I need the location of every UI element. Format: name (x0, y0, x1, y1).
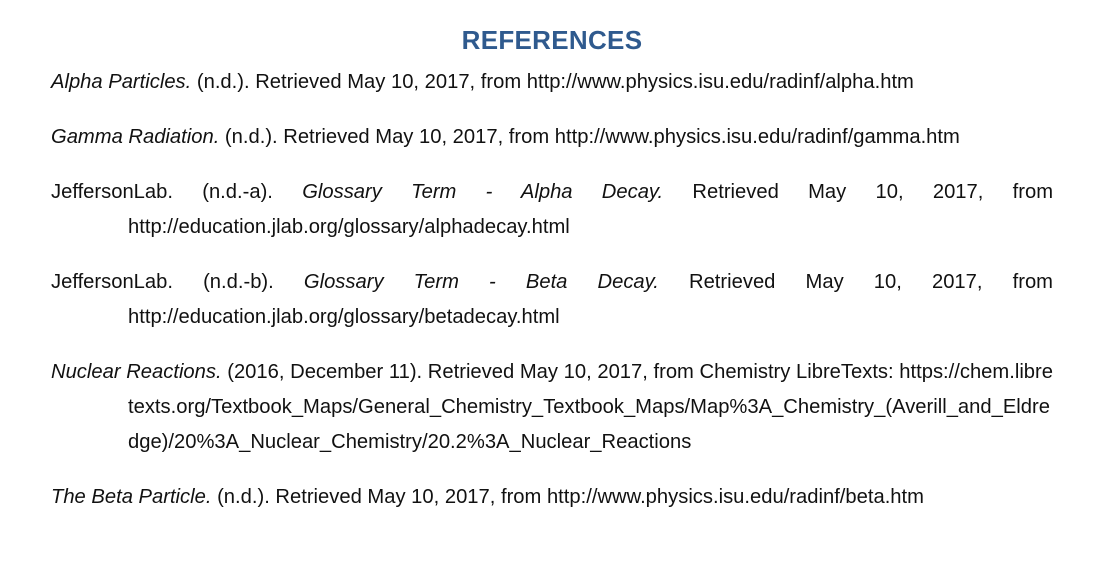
reference-entry-nuclear-reactions: Nuclear Reactions. (2016, December 11). … (51, 355, 1053, 460)
reference-title: The Beta Particle. (51, 486, 212, 508)
reference-author: JeffersonLab. (n.d.-a). (51, 181, 303, 203)
reference-entry-alpha-decay: JeffersonLab. (n.d.-a). Glossary Term - … (51, 175, 1053, 245)
reference-entry-beta-decay: JeffersonLab. (n.d.-b). Glossary Term - … (51, 265, 1053, 335)
references-heading: REFERENCES (461, 25, 643, 55)
reference-details: (n.d.). Retrieved May 10, 2017, from htt… (219, 126, 960, 148)
reference-entry-gamma-radiation: Gamma Radiation. (n.d.). Retrieved May 1… (51, 120, 1053, 155)
reference-author: JeffersonLab. (n.d.-b). (51, 271, 304, 293)
reference-title: Glossary Term - Beta Decay. (303, 271, 659, 293)
reference-title: Gamma Radiation. (51, 126, 220, 148)
reference-details: (n.d.). Retrieved May 10, 2017, from htt… (191, 71, 914, 93)
reference-title: Glossary Term - Alpha Decay. (302, 181, 664, 203)
reference-entry-beta-particle: The Beta Particle. (n.d.). Retrieved May… (51, 480, 1053, 515)
reference-details: (2016, December 11). Retrieved May 10, 2… (128, 361, 1053, 453)
reference-title: Alpha Particles. (51, 71, 192, 93)
reference-title: Nuclear Reactions. (51, 361, 222, 383)
references-page: REFERENCES Alpha Particles. (n.d.). Retr… (51, 22, 1053, 515)
reference-list: Alpha Particles. (n.d.). Retrieved May 1… (51, 65, 1053, 515)
reference-details: (n.d.). Retrieved May 10, 2017, from htt… (211, 486, 924, 508)
reference-entry-alpha-particles: Alpha Particles. (n.d.). Retrieved May 1… (51, 65, 1053, 100)
